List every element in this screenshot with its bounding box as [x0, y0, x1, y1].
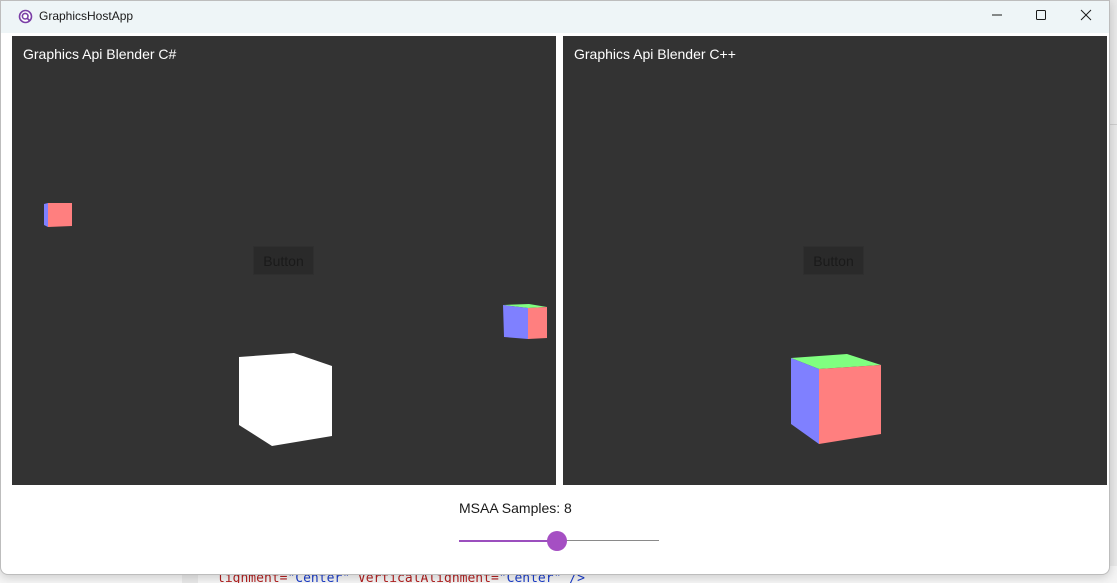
pane-button-cpp[interactable]: Button	[803, 246, 864, 275]
colored-cube	[791, 354, 881, 444]
divider	[1110, 124, 1117, 125]
close-button[interactable]	[1063, 1, 1109, 33]
maximize-icon	[1035, 8, 1047, 26]
app-icon	[18, 9, 33, 24]
graphics-pane-cpp[interactable]: Graphics Api Blender C++ Button	[563, 36, 1107, 485]
graphics-pane-csharp[interactable]: Graphics Api Blender C# Button	[12, 36, 556, 485]
app-window: GraphicsHostApp Graphics Api Blender C#	[0, 0, 1110, 575]
minimize-button[interactable]	[974, 1, 1020, 33]
pane-title: Graphics Api Blender C#	[23, 46, 177, 62]
pane-button-csharp[interactable]: Button	[253, 246, 314, 275]
background-editor-right	[1110, 0, 1117, 583]
small-cube-right	[503, 304, 547, 339]
small-cube-left	[44, 203, 72, 227]
pane-title: Graphics Api Blender C++	[574, 46, 736, 62]
msaa-slider[interactable]	[459, 531, 659, 551]
minimize-icon	[991, 8, 1003, 26]
msaa-label: MSAA Samples: 8	[459, 500, 572, 516]
white-cube	[239, 353, 332, 446]
slider-track-empty	[557, 540, 659, 541]
close-icon	[1080, 8, 1092, 26]
slider-track-filled	[459, 540, 557, 542]
slider-thumb[interactable]	[547, 531, 567, 551]
title-bar[interactable]: GraphicsHostApp	[1, 1, 1109, 33]
window-title: GraphicsHostApp	[39, 9, 134, 23]
maximize-button[interactable]	[1018, 1, 1064, 33]
